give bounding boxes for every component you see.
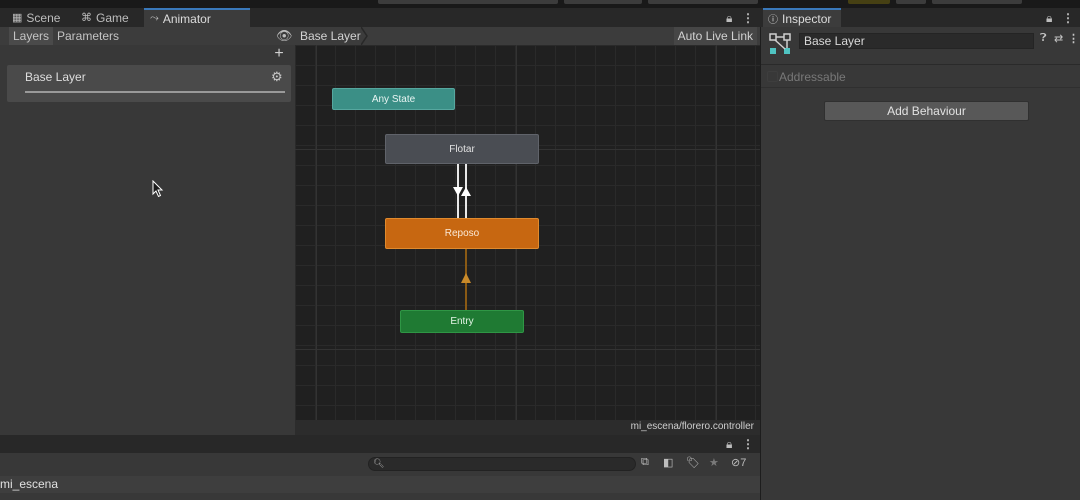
tab-animator-label: Animator: [162, 11, 211, 26]
layer-name: Base Layer: [25, 70, 86, 84]
layer-item[interactable]: Base Layer ⚙: [7, 65, 291, 102]
asset-path: mi_escena/florero.controller: [630, 421, 754, 432]
scene-row[interactable]: mi_escena: [0, 476, 760, 493]
scene-search-icon[interactable]: ⧉: [641, 456, 649, 469]
tab-animator[interactable]: ⤳ Animator: [144, 8, 250, 27]
top-toolbar: [0, 0, 1080, 8]
toolbar-button[interactable]: [848, 0, 890, 4]
tab-parameters[interactable]: Parameters: [53, 27, 123, 45]
breadcrumb-label: Base Layer: [300, 29, 361, 43]
breadcrumb-arrow-icon: [361, 27, 368, 45]
info-icon: ⓘ: [768, 15, 778, 26]
hidden-packages-icon[interactable]: ⊘7: [731, 456, 746, 469]
hidden-count: 7: [740, 457, 747, 469]
eye-slash-icon: ⊘: [731, 457, 741, 469]
mouse-cursor-icon: [152, 180, 164, 198]
tab-parameters-label: Parameters: [57, 29, 120, 43]
addressable-checkbox[interactable]: [767, 71, 778, 82]
search-input[interactable]: 🔍︎: [368, 457, 636, 471]
state-reposo[interactable]: Reposo: [385, 218, 539, 249]
graph-status-bar: mi_escena/florero.controller: [295, 420, 760, 435]
animator-icon: ⤳: [150, 12, 159, 24]
state-flotar-label: Flotar: [449, 143, 475, 155]
favorites-star-icon[interactable]: ★: [709, 456, 719, 469]
filter-by-type-icon[interactable]: ◧: [663, 456, 673, 469]
state-entry-label: Entry: [450, 316, 474, 327]
auto-live-link-label: Auto Live Link: [677, 29, 753, 43]
transition-arrow-down-icon: [453, 187, 463, 196]
scene-name-label: mi_escena: [0, 477, 59, 491]
inspector-tab-bar: ⓘ Inspector 🔒︎ ⋮: [760, 8, 1080, 27]
gamepad-icon: ⌘: [81, 12, 92, 24]
presets-icon[interactable]: ⇄: [1054, 32, 1063, 45]
state-entry[interactable]: Entry: [400, 310, 524, 333]
eye-icon[interactable]: 👁︎: [276, 28, 293, 44]
lock-icon[interactable]: 🔒︎: [726, 11, 732, 26]
state-flotar[interactable]: Flotar: [385, 134, 539, 164]
tab-layers-label: Layers: [13, 29, 50, 43]
grid-icon: ▦: [12, 12, 23, 24]
bottom-tab-bar: 🔒︎ ⋮: [0, 435, 760, 453]
tab-scene-label: Scene: [26, 10, 61, 25]
add-layer-button[interactable]: +: [272, 45, 286, 63]
state-any-state[interactable]: Any State: [332, 88, 455, 110]
object-name-field[interactable]: Base Layer: [799, 33, 1034, 49]
inspector-more-icon[interactable]: ⋮: [1062, 11, 1074, 25]
filter-by-label-icon[interactable]: 🏷︎: [686, 456, 700, 469]
help-icon[interactable]: ❓︎: [1040, 32, 1047, 45]
more-options-icon[interactable]: ⋮: [742, 11, 754, 25]
tab-scene[interactable]: ▦ Scene: [6, 8, 66, 27]
divider: [761, 87, 1080, 88]
add-behaviour-label: Add Behaviour: [887, 104, 966, 118]
tab-layers[interactable]: Layers: [9, 27, 54, 45]
inspector-lock-icon[interactable]: 🔒︎: [1046, 11, 1052, 26]
bottom-more-icon[interactable]: ⋮: [742, 437, 754, 451]
divider: [761, 64, 1080, 65]
dock-tab-bar: ▦ Scene ⌘ Game ⤳ Animator 🔒︎ ⋮: [0, 8, 760, 27]
layers-panel: Layers Parameters 👁︎ + Base Layer ⚙: [0, 27, 295, 435]
toolbar-play-controls[interactable]: [564, 0, 642, 4]
tab-inspector[interactable]: ⓘ Inspector: [763, 8, 842, 27]
transition-arrow-up-icon: [461, 187, 471, 196]
add-behaviour-button[interactable]: Add Behaviour: [824, 101, 1029, 121]
entry-arrow-up-icon: [461, 273, 471, 283]
search-icon: 🔍︎: [373, 458, 385, 468]
gear-icon[interactable]: ⚙: [271, 69, 283, 85]
bottom-lock-icon[interactable]: 🔒︎: [726, 437, 732, 452]
tab-game-label: Game: [96, 10, 129, 25]
toolbar-field-2[interactable]: [648, 0, 758, 4]
state-reposo-label: Reposo: [444, 228, 480, 239]
context-menu-icon[interactable]: ⋮: [1068, 32, 1079, 45]
addressable-label: Addressable: [779, 70, 846, 84]
layers-panel-header: Layers Parameters 👁︎: [0, 27, 295, 45]
toolbar-button-2[interactable]: [896, 0, 926, 4]
state-machine-graph[interactable]: Any State Flotar Reposo Entry: [295, 45, 760, 420]
tab-game[interactable]: ⌘ Game: [75, 8, 135, 27]
toolbar-field[interactable]: [378, 0, 558, 4]
inspector-panel: Base Layer ❓︎ ⇄ ⋮ Addressable Add Behavi…: [760, 27, 1080, 500]
project-panel: 🔍︎ ⧉ ◧ 🏷︎ ★ ⊘7 mi_escena: [0, 453, 760, 500]
state-machine-icon: [769, 33, 791, 54]
state-any-state-label: Any State: [371, 93, 416, 105]
graph-header: Base Layer Auto Live Link: [295, 27, 760, 45]
toolbar-dropdown[interactable]: [932, 0, 1022, 4]
tab-inspector-label: Inspector: [782, 11, 832, 26]
auto-live-link-button[interactable]: Auto Live Link: [673, 27, 757, 45]
layer-weight-bar: [25, 91, 285, 93]
